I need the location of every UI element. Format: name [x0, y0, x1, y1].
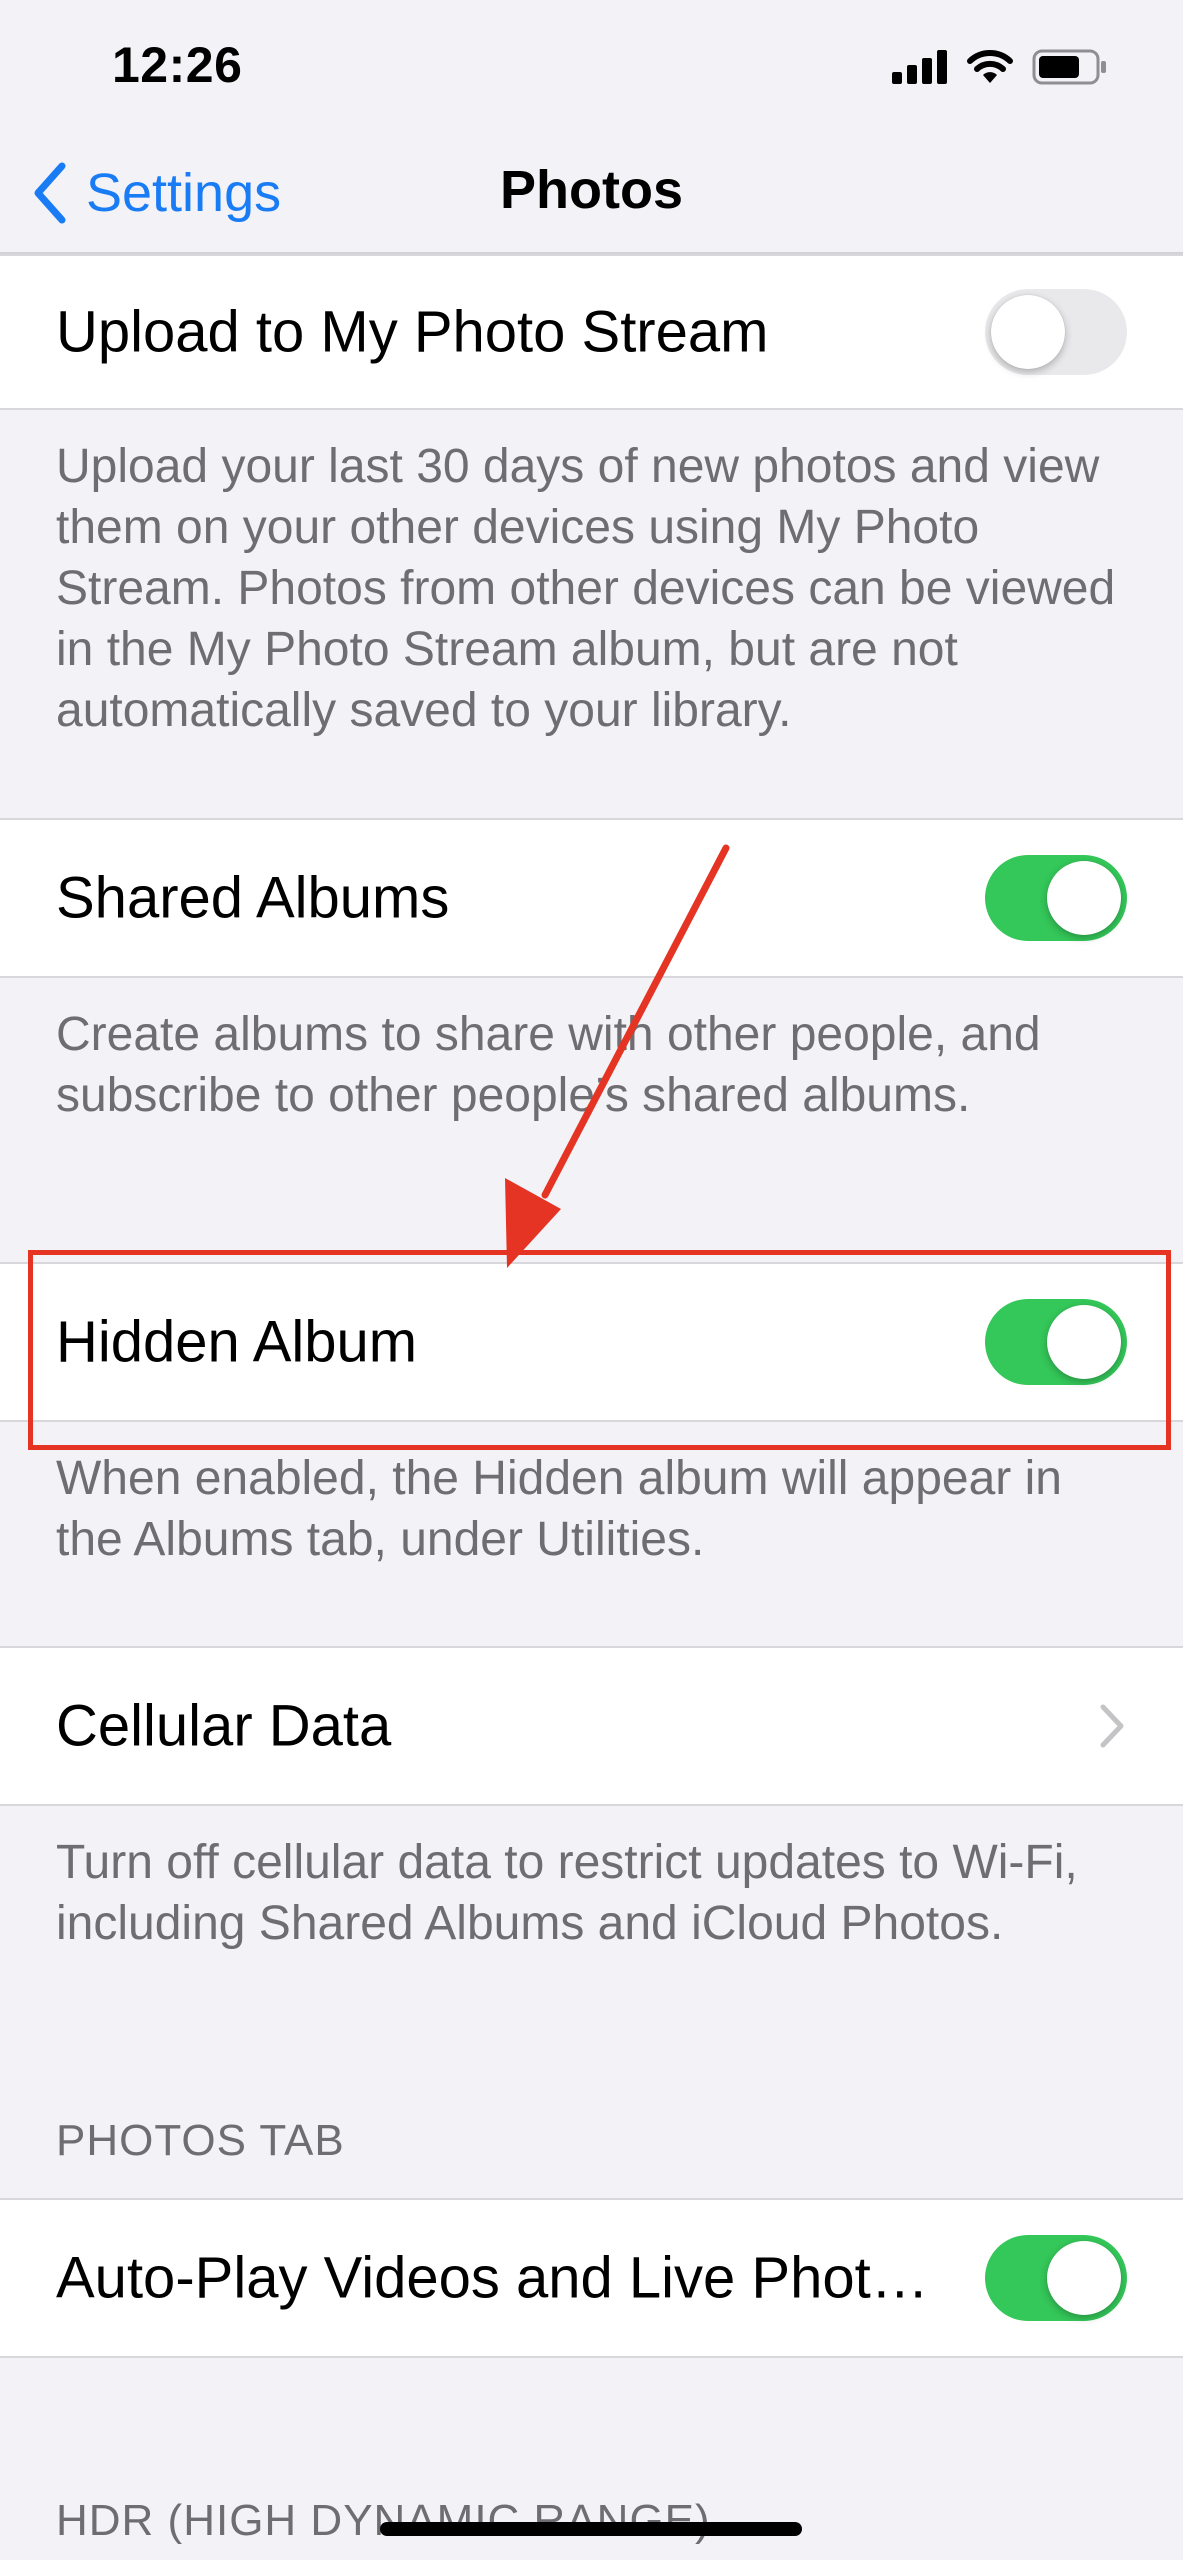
- auto-play-toggle[interactable]: [985, 2235, 1127, 2321]
- toggle-knob: [1047, 1305, 1121, 1379]
- status-time: 12:26: [112, 37, 243, 93]
- shared-albums-label: Shared Albums: [56, 865, 450, 931]
- shared-albums-row: Shared Albums: [0, 818, 1183, 978]
- hdr-section-header: HDR (HIGH DYNAMIC RANGE): [56, 2496, 711, 2545]
- shared-albums-footer: Create albums to share with other people…: [56, 1008, 1041, 1122]
- toggle-knob: [991, 295, 1065, 369]
- photos-tab-section-header: PHOTOS TAB: [56, 2116, 345, 2165]
- photo-stream-toggle[interactable]: [985, 289, 1127, 375]
- chevron-right-icon: [1100, 1704, 1124, 1748]
- battery-icon: [1032, 49, 1106, 85]
- auto-play-label: Auto-Play Videos and Live Phot…: [56, 2245, 929, 2311]
- hidden-album-row: Hidden Album: [0, 1262, 1183, 1422]
- cellular-data-footer: Turn off cellular data to restrict updat…: [56, 1836, 1078, 1950]
- cellular-signal-icon: [892, 50, 947, 84]
- toggle-knob: [1047, 2241, 1121, 2315]
- photo-stream-row: Upload to My Photo Stream: [0, 254, 1183, 410]
- status-bar: 12:26: [0, 0, 1183, 135]
- page-title: Photos: [500, 160, 683, 220]
- photo-stream-label: Upload to My Photo Stream: [56, 299, 769, 365]
- hidden-album-footer: When enabled, the Hidden album will appe…: [56, 1452, 1062, 1566]
- photo-stream-footer: Upload your last 30 days of new photos a…: [56, 440, 1116, 737]
- auto-play-row: Auto-Play Videos and Live Phot…: [0, 2198, 1183, 2358]
- shared-albums-toggle[interactable]: [985, 855, 1127, 941]
- cellular-data-label: Cellular Data: [56, 1693, 392, 1759]
- home-indicator: [380, 2522, 802, 2536]
- status-icons: [892, 42, 1108, 92]
- toggle-knob: [1047, 861, 1121, 935]
- wifi-icon: [967, 50, 1013, 83]
- navigation-bar: Settings Photos: [0, 135, 1183, 254]
- cellular-data-row[interactable]: Cellular Data: [0, 1646, 1183, 1806]
- hidden-album-toggle[interactable]: [985, 1299, 1127, 1385]
- hidden-album-label: Hidden Album: [56, 1309, 418, 1375]
